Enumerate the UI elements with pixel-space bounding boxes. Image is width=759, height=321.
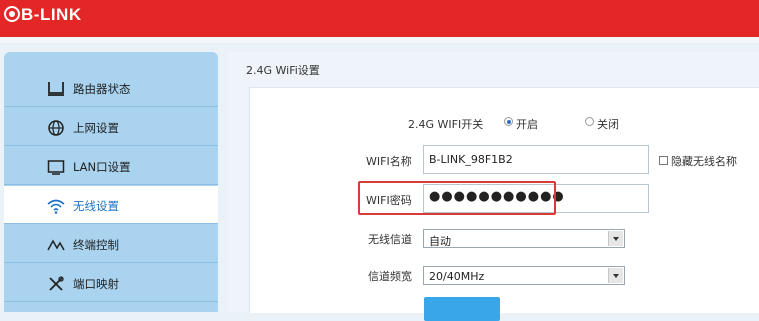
sidebar-item-terminal-control[interactable]: 终端控制 xyxy=(4,225,218,263)
sidebar-item-label: 上网设置 xyxy=(73,121,119,135)
sidebar-item-port-mapping[interactable]: 端口映射 xyxy=(4,264,218,302)
bandwidth-label: 信道频宽 xyxy=(368,270,412,283)
channel-select[interactable]: 自动 xyxy=(423,229,625,248)
brand-logo: B-LINK xyxy=(4,5,82,25)
sidebar-item-label: 路由器状态 xyxy=(73,82,131,96)
section-title: 2.4G WiFi设置 xyxy=(246,64,320,77)
globe-icon xyxy=(48,120,64,136)
sidebar: 路由器状态 上网设置 LAN口设置 无线设置 终端控制 端口映射 xyxy=(4,52,218,312)
channel-label: 无线信道 xyxy=(368,233,412,246)
wifi-on-label: 开启 xyxy=(516,118,538,131)
logo-text: B-LINK xyxy=(21,5,82,24)
top-bar: B-LINK xyxy=(0,0,759,37)
sidebar-item-label: LAN口设置 xyxy=(73,160,131,174)
sidebar-item-internet[interactable]: 上网设置 xyxy=(4,108,218,146)
wifi-off-radio[interactable] xyxy=(585,117,594,126)
monitor-icon xyxy=(47,160,65,175)
hide-ssid-label: 隐藏无线名称 xyxy=(671,155,737,168)
sidebar-item-lan[interactable]: LAN口设置 xyxy=(4,147,218,185)
sidebar-item-label: 终端控制 xyxy=(73,238,119,252)
chevron-down-icon xyxy=(608,268,623,283)
ssid-label: WIFI名称 xyxy=(366,155,412,168)
ssid-input[interactable]: B-LINK_98F1B2 xyxy=(423,145,649,174)
sidebar-item-label: 端口映射 xyxy=(73,277,119,291)
chevron-down-icon xyxy=(608,231,623,246)
sidebar-item-label: 无线设置 xyxy=(73,199,119,213)
wifi-switch-label: 2.4G WIFI开关 xyxy=(408,118,484,131)
logo-mark xyxy=(4,6,20,22)
tools-icon xyxy=(49,276,64,291)
wifi-off-label: 关闭 xyxy=(597,118,619,131)
activity-icon xyxy=(47,239,65,251)
channel-value: 自动 xyxy=(429,235,451,248)
header-divider xyxy=(0,37,759,43)
save-button[interactable] xyxy=(424,297,500,321)
wifi-icon xyxy=(47,199,65,214)
bandwidth-value: 20/40MHz xyxy=(429,270,485,283)
bandwidth-select[interactable]: 20/40MHz xyxy=(423,266,625,285)
router-status-icon xyxy=(48,82,64,96)
password-highlight-box xyxy=(358,181,556,215)
sidebar-item-router-status[interactable]: 路由器状态 xyxy=(4,69,218,107)
wifi-on-radio[interactable] xyxy=(504,117,513,126)
hide-ssid-checkbox[interactable] xyxy=(659,156,668,165)
sidebar-item-wireless[interactable]: 无线设置 xyxy=(4,186,218,224)
